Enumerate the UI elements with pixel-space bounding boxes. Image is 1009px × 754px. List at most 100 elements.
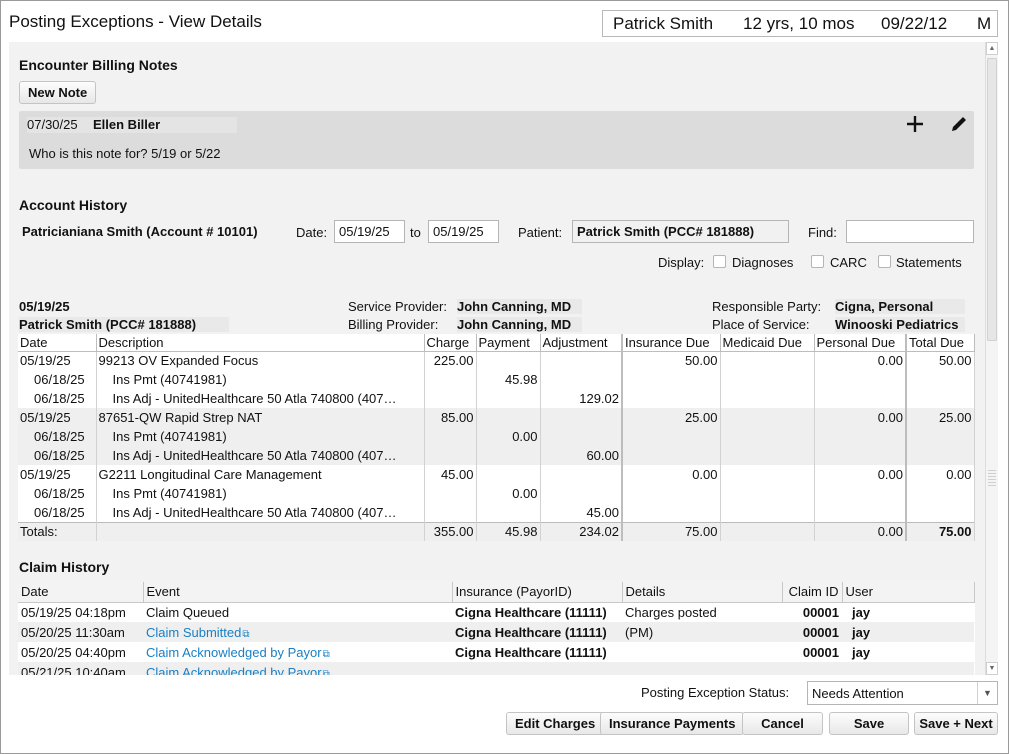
account-row[interactable]: 06/18/25 Ins Pmt (40741981) 45.98 bbox=[18, 370, 975, 389]
claim-cell-text: (PM) bbox=[625, 624, 654, 640]
cell-adjustment bbox=[540, 351, 623, 370]
claim-col-date[interactable]: Date bbox=[18, 582, 144, 603]
claim-cell-event[interactable]: Claim Acknowledged by Payor⧉ bbox=[143, 662, 452, 675]
claim-event-link[interactable]: Claim Acknowledged by Payor bbox=[146, 645, 322, 660]
statements-checkbox[interactable] bbox=[878, 255, 891, 268]
to-label: to bbox=[410, 225, 421, 240]
cell-adjustment bbox=[540, 484, 623, 503]
col-description[interactable]: Description bbox=[96, 334, 425, 352]
claim-row[interactable]: 05/21/25 10:40am Claim Acknowledged by Pa… bbox=[18, 662, 974, 675]
claim-cell-date: 05/20/25 04:40pm bbox=[18, 642, 143, 662]
account-row[interactable]: 06/18/25 Ins Adj - UnitedHealthcare 50 At… bbox=[18, 503, 975, 522]
account-row[interactable]: 06/18/25 Ins Adj - UnitedHealthcare 50 At… bbox=[18, 446, 975, 465]
claim-event-link[interactable]: Claim Acknowledged by Payor bbox=[146, 665, 322, 676]
claim-cell-text: 05/19/25 04:18pm bbox=[21, 604, 126, 620]
col-personal-due[interactable]: Personal Due bbox=[814, 334, 907, 352]
cell-adjustment bbox=[540, 370, 623, 389]
cell-medicaid-due bbox=[720, 484, 815, 503]
statements-label: Statements bbox=[896, 255, 962, 270]
claim-col-insurance[interactable]: Insurance (PayorID) bbox=[452, 582, 623, 603]
cell-date: 06/18/25 bbox=[18, 389, 97, 408]
status-select[interactable]: Needs Attention ▼ bbox=[807, 681, 998, 705]
diagnoses-checkbox[interactable] bbox=[713, 255, 726, 268]
claim-cell-details: Charges posted bbox=[622, 602, 782, 622]
cell-adjustment: 60.00 bbox=[540, 446, 623, 465]
claim-col-event[interactable]: Event bbox=[143, 582, 453, 603]
plus-icon[interactable] bbox=[905, 114, 925, 137]
account-history-title: Account History bbox=[19, 197, 128, 213]
new-note-button[interactable]: New Note bbox=[19, 81, 97, 104]
cell-personal-due bbox=[814, 370, 907, 389]
cancel-button[interactable]: Cancel bbox=[742, 712, 823, 735]
cell-adjustment bbox=[540, 408, 623, 427]
save-next-button[interactable]: Save + Next bbox=[914, 712, 998, 735]
cell-adjustment bbox=[540, 427, 623, 446]
cell-personal-due bbox=[814, 446, 907, 465]
patient-age: 12 yrs, 10 mos bbox=[743, 14, 855, 33]
save-button[interactable]: Save bbox=[829, 712, 909, 735]
account-row[interactable]: 05/19/25 G2211 Longitudinal Care Manageme… bbox=[18, 465, 975, 484]
account-row[interactable]: 05/19/25 99213 OV Expanded Focus 225.00 50.… bbox=[18, 351, 975, 370]
col-adjustment[interactable]: Adjustment bbox=[540, 334, 623, 352]
cell-medicaid-due bbox=[720, 446, 815, 465]
external-link-icon[interactable]: ⧉ bbox=[242, 629, 249, 640]
cell-total-due bbox=[905, 427, 975, 446]
scrollbar-thumb[interactable] bbox=[987, 58, 997, 341]
cell-medicaid-due bbox=[720, 389, 815, 408]
cell-payment bbox=[476, 446, 541, 465]
claim-cell-insurance: Cigna Healthcare (11111) bbox=[452, 602, 622, 622]
find-input[interactable] bbox=[846, 220, 974, 243]
claim-cell-details bbox=[622, 642, 782, 662]
chevron-down-icon[interactable]: ▼ bbox=[977, 682, 997, 704]
claim-cell-event[interactable]: Claim Acknowledged by Payor⧉ bbox=[143, 642, 452, 662]
note-text: Who is this note for? 5/19 or 5/22 bbox=[29, 146, 221, 161]
claim-col-claim-id[interactable]: Claim ID bbox=[782, 582, 843, 603]
claim-row[interactable]: 05/20/25 04:40pm Claim Acknowledged by Pa… bbox=[18, 642, 974, 662]
claim-cell-event[interactable]: Claim Submitted⧉ bbox=[143, 622, 452, 642]
claim-col-user[interactable]: User bbox=[842, 582, 975, 603]
scrollbar-grip[interactable] bbox=[988, 470, 996, 486]
vertical-scrollbar[interactable]: ▲ ▼ bbox=[985, 42, 998, 675]
cell-payment bbox=[476, 351, 541, 370]
claim-cell-text: Cigna Healthcare (11111) bbox=[455, 624, 607, 640]
external-link-icon[interactable]: ⧉ bbox=[323, 649, 330, 660]
place-of-service-label: Place of Service: bbox=[712, 317, 810, 332]
patient-filter-select[interactable]: Patrick Smith (PCC# 181888) bbox=[572, 220, 789, 243]
col-insurance-due[interactable]: Insurance Due bbox=[621, 334, 721, 352]
account-row[interactable]: 05/19/25 87651-QW Rapid Strep NAT 85.00 25.… bbox=[18, 408, 975, 427]
edit-charges-button[interactable]: Edit Charges bbox=[506, 712, 605, 735]
claim-cell-text: Charges posted bbox=[625, 604, 717, 620]
cell-date: 06/18/25 bbox=[18, 503, 97, 522]
scroll-up-icon[interactable]: ▲ bbox=[986, 42, 998, 55]
claim-row[interactable]: 05/20/25 11:30am Claim Submitted⧉ Cigna He… bbox=[18, 622, 974, 642]
carc-checkbox[interactable] bbox=[811, 255, 824, 268]
col-medicaid-due[interactable]: Medicaid Due bbox=[720, 334, 815, 352]
claim-cell-date: 05/20/25 11:30am bbox=[18, 622, 143, 642]
total-payment: 45.98 bbox=[476, 521, 541, 541]
cell-date: 05/19/25 bbox=[18, 465, 97, 484]
col-charge[interactable]: Charge bbox=[424, 334, 477, 352]
date-to-input[interactable]: 05/19/25 bbox=[428, 220, 499, 243]
cell-date: 06/18/25 bbox=[18, 484, 97, 503]
account-row[interactable]: 06/18/25 Ins Pmt (40741981) 0.00 bbox=[18, 427, 975, 446]
cell-charge bbox=[424, 446, 477, 465]
col-payment[interactable]: Payment bbox=[476, 334, 541, 352]
pencil-icon[interactable] bbox=[949, 114, 969, 137]
claim-event-link[interactable]: Claim Submitted bbox=[146, 625, 241, 640]
claim-table-header: Date Event Insurance (PayorID) Details C… bbox=[18, 582, 975, 603]
scroll-down-icon[interactable]: ▼ bbox=[986, 662, 998, 675]
col-total-due[interactable]: Total Due bbox=[905, 334, 975, 352]
date-from-input[interactable]: 05/19/25 bbox=[334, 220, 405, 243]
claim-cell-text: 05/21/25 10:40am bbox=[21, 664, 126, 676]
claim-col-details[interactable]: Details bbox=[622, 582, 783, 603]
col-date[interactable]: Date bbox=[18, 334, 97, 352]
find-label: Find: bbox=[808, 225, 837, 240]
cell-charge: 45.00 bbox=[424, 465, 477, 484]
patient-sex: M bbox=[977, 14, 992, 33]
account-row[interactable]: 06/18/25 Ins Adj - UnitedHealthcare 50 At… bbox=[18, 389, 975, 408]
insurance-payments-button[interactable]: Insurance Payments bbox=[600, 712, 745, 735]
external-link-icon[interactable]: ⧉ bbox=[323, 669, 330, 676]
cell-desc: Ins Pmt (40741981) bbox=[96, 484, 425, 503]
account-row[interactable]: 06/18/25 Ins Pmt (40741981) 0.00 bbox=[18, 484, 975, 503]
claim-row[interactable]: 05/19/25 04:18pm Claim Queued Cigna Health… bbox=[18, 602, 974, 622]
